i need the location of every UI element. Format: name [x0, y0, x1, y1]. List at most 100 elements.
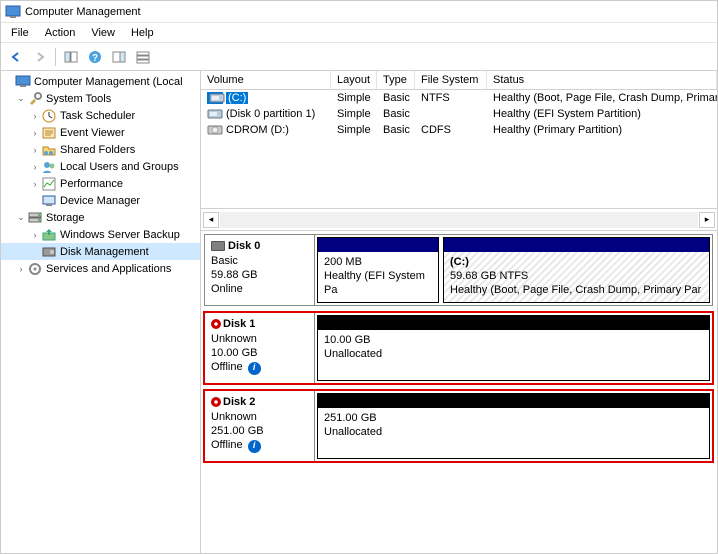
window-title: Computer Management [25, 6, 141, 18]
col-layout[interactable]: Layout [331, 71, 377, 89]
volume-row[interactable]: (Disk 0 partition 1)SimpleBasicHealthy (… [201, 106, 717, 122]
show-hide-tree-button[interactable] [60, 46, 82, 68]
volume-list[interactable]: Volume Layout Type File System Status (C… [201, 71, 717, 209]
shared-folder-icon [41, 142, 57, 158]
tools-icon [27, 91, 43, 107]
disk-row[interactable]: Disk 2Unknown251.00 GBOffline i251.00 GB… [204, 390, 713, 462]
disk-name: Disk 0 [228, 240, 260, 252]
volume-row[interactable]: (C:)SimpleBasicNTFSHealthy (Boot, Page F… [201, 90, 717, 106]
computer-icon [15, 74, 31, 90]
disk-partitions: 251.00 GBUnallocated [315, 391, 712, 461]
backup-icon [41, 227, 57, 243]
volume-layout: Simple [331, 107, 377, 121]
volume-layout: Simple [331, 91, 377, 105]
volume-layout: Simple [331, 123, 377, 137]
volume-type: Basic [377, 91, 415, 105]
partition-size: 251.00 GB [324, 412, 377, 424]
scroll-left-button[interactable]: ◂ [203, 212, 219, 228]
back-button[interactable] [5, 46, 27, 68]
svg-text:?: ? [92, 53, 98, 64]
tree-task-scheduler[interactable]: ›Task Scheduler [1, 107, 200, 124]
partition[interactable]: 10.00 GB Unallocated [317, 315, 710, 381]
partition-size: 200 MB [324, 256, 362, 268]
app-icon [5, 4, 21, 20]
disk-info: Disk 0Basic59.88 GBOnline [205, 235, 315, 305]
tree-root[interactable]: Computer Management (Local [1, 73, 200, 90]
forward-button[interactable] [29, 46, 51, 68]
disk-status: Offline [211, 361, 243, 373]
tree-local-users[interactable]: ›Local Users and Groups [1, 158, 200, 175]
clock-icon [41, 108, 57, 124]
volume-status: Healthy (Boot, Page File, Crash Dump, Pr… [487, 91, 717, 105]
menu-action[interactable]: Action [37, 25, 84, 41]
partition-desc: Healthy (EFI System Pa [324, 270, 425, 296]
tree-system-tools[interactable]: ⌄System Tools [1, 90, 200, 107]
horizontal-scrollbar[interactable]: ◂ ▸ [201, 209, 717, 231]
help-button[interactable]: ? [84, 46, 106, 68]
partition-body: 251.00 GBUnallocated [318, 408, 709, 458]
partition[interactable]: 200 MB Healthy (EFI System Pa [317, 237, 439, 303]
partition-header [444, 238, 709, 252]
col-status[interactable]: Status [487, 71, 717, 89]
disk-graphical-view[interactable]: Disk 0Basic59.88 GBOnline 200 MBHealthy … [201, 231, 717, 553]
info-badge-icon[interactable]: i [248, 362, 261, 375]
partition-desc: Unallocated [324, 348, 382, 360]
tree-disk-management[interactable]: Disk Management [1, 243, 200, 260]
disk-row[interactable]: Disk 1 Unknown 10.00 GB Offline i 10.00 GB Un… [204, 312, 713, 384]
partition-header [318, 394, 709, 408]
disk-type: Unknown [211, 411, 257, 423]
tree-device-manager[interactable]: Device Manager [1, 192, 200, 209]
partition-label: (C:) [450, 256, 469, 268]
disk-size: 251.00 GB [211, 425, 264, 437]
tree-event-viewer[interactable]: ›Event Viewer [1, 124, 200, 141]
menu-bar: File Action View Help [1, 23, 717, 43]
list-view-button[interactable] [132, 46, 154, 68]
menu-view[interactable]: View [83, 25, 123, 41]
navigation-tree[interactable]: Computer Management (Local ⌄System Tools… [1, 71, 201, 553]
disk-drive-icon [211, 241, 225, 251]
disk-partitions: 10.00 GB Unallocated [315, 313, 712, 383]
volume-row[interactable]: CDROM (D:)SimpleBasicCDFSHealthy (Primar… [201, 122, 717, 138]
performance-icon [41, 176, 57, 192]
col-volume[interactable]: Volume [201, 71, 331, 89]
title-bar: Computer Management [1, 1, 717, 23]
storage-icon [27, 210, 43, 226]
partition-desc: Healthy (Boot, Page File, Crash Dump, Pr… [450, 284, 701, 296]
info-badge-icon[interactable]: i [248, 440, 261, 453]
tree-shared-folders[interactable]: ›Shared Folders [1, 141, 200, 158]
disk-type: Unknown [211, 333, 257, 345]
partition-body: (C:)59.68 GB NTFSHealthy (Boot, Page Fil… [444, 252, 709, 302]
partition[interactable]: (C:)59.68 GB NTFSHealthy (Boot, Page Fil… [443, 237, 710, 303]
disk-status: Online [211, 283, 243, 295]
volume-fs: CDFS [415, 123, 487, 137]
disk-name: Disk 1 [223, 318, 255, 330]
tree-storage[interactable]: ⌄Storage [1, 209, 200, 226]
tree-windows-server-backup[interactable]: ›Windows Server Backup [1, 226, 200, 243]
disk-info: Disk 2Unknown251.00 GBOffline i [205, 391, 315, 461]
offline-indicator-icon [211, 319, 221, 329]
partition-header [318, 316, 709, 330]
device-icon [41, 193, 57, 209]
menu-file[interactable]: File [3, 25, 37, 41]
action-pane-button[interactable] [108, 46, 130, 68]
volume-status: Healthy (EFI System Partition) [487, 107, 717, 121]
disk-size: 59.88 GB [211, 269, 257, 281]
volume-fs [415, 107, 487, 121]
offline-indicator-icon [211, 397, 221, 407]
col-filesystem[interactable]: File System [415, 71, 487, 89]
partition[interactable]: 251.00 GBUnallocated [317, 393, 710, 459]
volume-type: Basic [377, 107, 415, 121]
menu-help[interactable]: Help [123, 25, 162, 41]
scroll-right-button[interactable]: ▸ [699, 212, 715, 228]
scroll-track[interactable] [220, 212, 698, 228]
drive-icon [207, 124, 223, 136]
drive-icon [207, 92, 223, 104]
col-type[interactable]: Type [377, 71, 415, 89]
partition-size: 10.00 GB [324, 334, 370, 346]
services-icon [27, 261, 43, 277]
disk-row[interactable]: Disk 0Basic59.88 GBOnline 200 MBHealthy … [204, 234, 713, 306]
tree-performance[interactable]: ›Performance [1, 175, 200, 192]
volume-fs: NTFS [415, 91, 487, 105]
volume-list-header: Volume Layout Type File System Status [201, 71, 717, 90]
tree-services-apps[interactable]: ›Services and Applications [1, 260, 200, 277]
